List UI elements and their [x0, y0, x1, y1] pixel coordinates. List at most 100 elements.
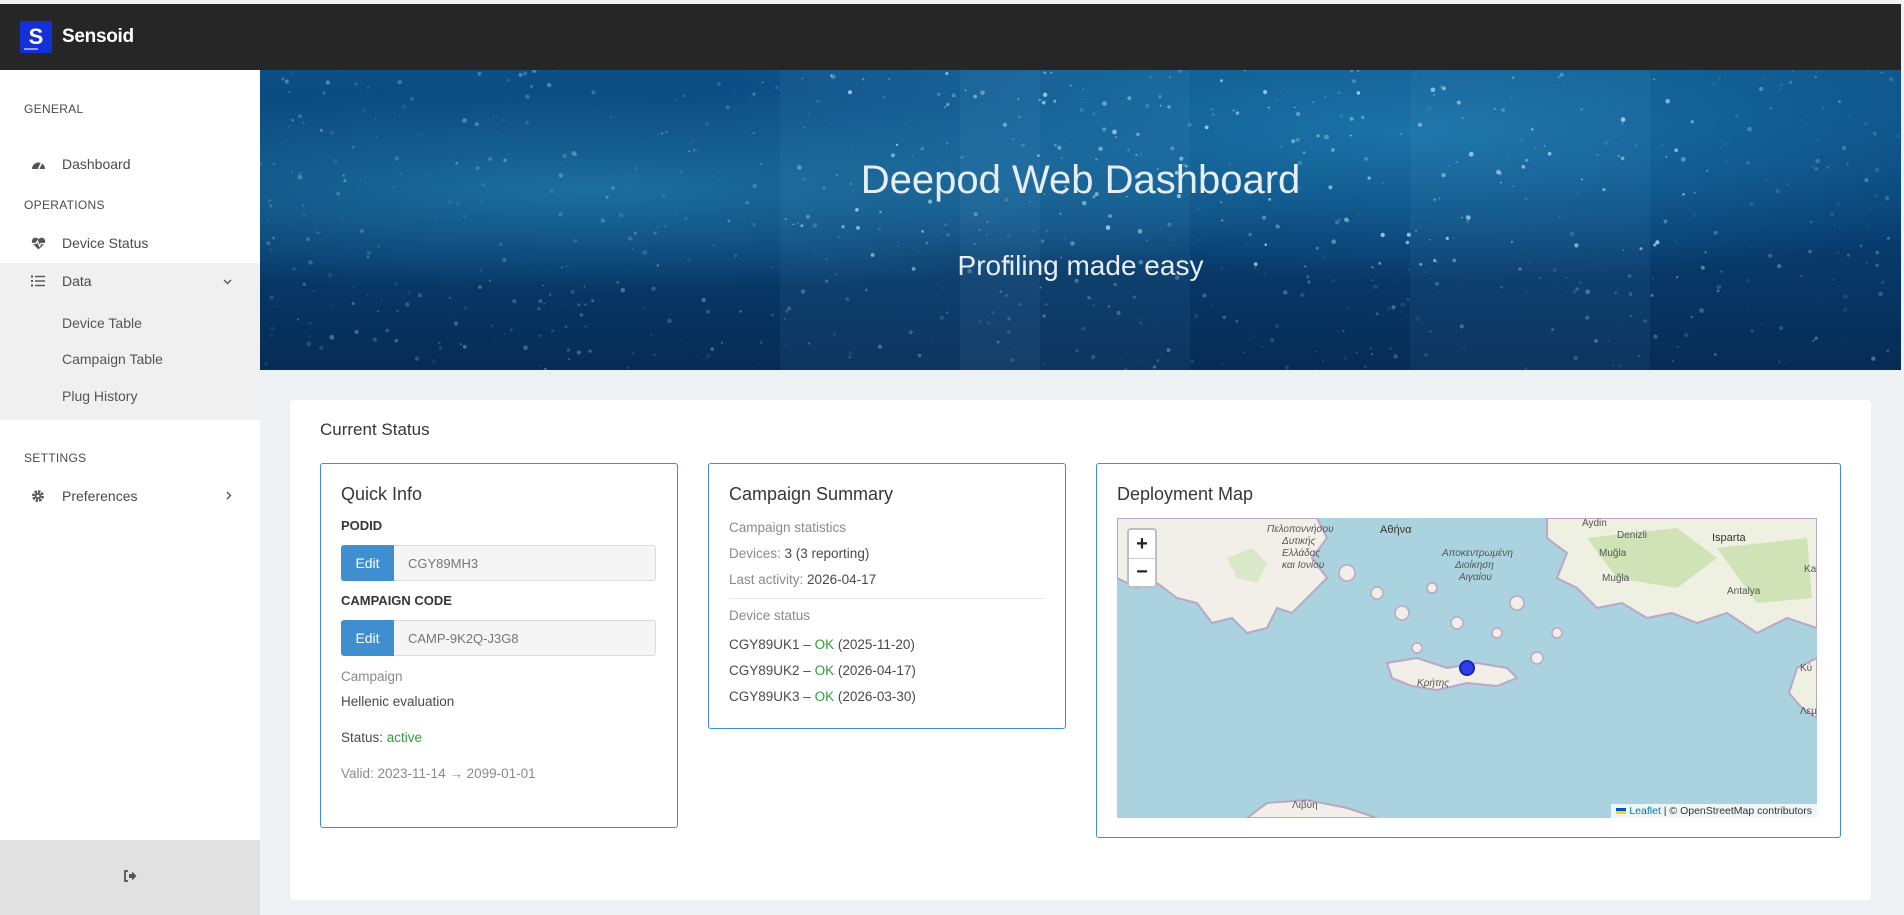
ukraine-flag-icon	[1616, 808, 1627, 815]
campaign-statistics-label: Campaign statistics	[729, 520, 847, 535]
device-status-badge: OK	[814, 689, 835, 704]
zoom-out-button[interactable]: −	[1129, 558, 1155, 586]
map-view[interactable]: Αθήνα Muğla Denizli Isparta Antalya Aydi…	[1117, 518, 1817, 818]
podid-input[interactable]	[394, 545, 656, 581]
sidebar-item-label: Data	[62, 273, 92, 289]
chevron-down-icon	[223, 274, 232, 288]
deployment-marker[interactable]	[1459, 660, 1475, 676]
map-label: και Ιονίου	[1282, 560, 1325, 571]
deployment-map-card: Deployment Map Αθήνα Muğla Denizli Ispar…	[1096, 463, 1841, 838]
map-label: Διοίκηση	[1455, 560, 1494, 571]
sidebar-subitem-device-table[interactable]: Device Table	[62, 315, 142, 331]
map-label: Antalya	[1727, 586, 1761, 597]
map-label: Αθήνα	[1380, 524, 1412, 536]
separator: –	[799, 637, 815, 652]
panel-title: Current Status	[320, 420, 430, 439]
map-label: Κρήτης	[1417, 678, 1450, 689]
zoom-in-button[interactable]: +	[1129, 530, 1155, 558]
heartbeat-icon	[30, 237, 46, 250]
hero-title: Deepod Web Dashboard	[860, 158, 1301, 202]
logo-letter: S	[28, 24, 44, 49]
sign-out-icon	[123, 869, 137, 887]
sidebar-item-label: Device Status	[62, 235, 149, 251]
device-date: (2026-04-17)	[834, 663, 916, 678]
sidebar-item-data[interactable]: Data	[0, 263, 260, 299]
section-label-general: GENERAL	[24, 102, 84, 116]
map-label: Πελοποννήσου	[1267, 524, 1334, 535]
status-badge: active	[386, 730, 423, 745]
brand-logo[interactable]: S	[20, 21, 52, 53]
map-label: Denizli	[1617, 530, 1648, 541]
device-status-badge: OK	[814, 637, 835, 652]
device-date: (2026-03-30)	[834, 689, 916, 704]
sidebar-subitem-campaign-table[interactable]: Campaign Table	[62, 351, 163, 367]
map-label: Aydin	[1582, 518, 1607, 529]
last-activity: Last activity: 2026-04-17	[729, 572, 876, 587]
brand-name[interactable]: Sensoid	[62, 26, 134, 48]
map-label: Δυτικής	[1282, 536, 1316, 547]
card-title: Deployment Map	[1117, 484, 1254, 504]
last-activity-label: Last activity:	[729, 572, 804, 587]
devices-label: Devices:	[729, 546, 781, 561]
separator: –	[799, 663, 815, 678]
campaign-code-label: CAMPAIGN CODE	[341, 593, 452, 608]
list-item: CGY89UK2 – OK (2026-04-17)	[729, 663, 916, 678]
leaflet-link[interactable]: Leaflet	[1629, 805, 1661, 817]
campaign-code-edit-row: Edit	[341, 620, 656, 656]
divider	[729, 598, 1045, 599]
podid-label: PODID	[341, 518, 383, 533]
map-label: Muğla	[1602, 573, 1630, 584]
osm-attribution: | © OpenStreetMap contributors	[1660, 805, 1812, 817]
map-label: Λιβύη	[1292, 800, 1318, 811]
campaign-code-edit-button[interactable]: Edit	[341, 620, 394, 656]
list-item: CGY89UK3 – OK (2026-03-30)	[729, 689, 916, 704]
campaign-code-input[interactable]	[394, 620, 656, 656]
quick-info-card: Quick Info PODID Edit CAMPAIGN CODE Edit…	[320, 463, 678, 828]
card-title: Campaign Summary	[729, 484, 894, 504]
map-label: Ελλάδας	[1282, 548, 1321, 559]
podid-edit-button[interactable]: Edit	[341, 545, 394, 581]
sidebar-item-label: Dashboard	[62, 156, 131, 172]
gear-icon	[30, 489, 46, 503]
map-label: Αποκεντρωμένη	[1442, 548, 1513, 559]
map-label: Αιγαίου	[1459, 572, 1492, 583]
hero-banner: Deepod Web Dashboard Profiling made easy	[260, 70, 1901, 370]
section-label-operations: OPERATIONS	[24, 198, 105, 212]
devices-count: Devices: 3 (3 reporting)	[729, 546, 869, 561]
devices-value: 3 (3 reporting)	[784, 546, 870, 561]
map-label: Λεμ	[1800, 706, 1817, 717]
sidebar-subitem-plug-history[interactable]: Plug History	[62, 388, 137, 404]
sidebar-item-device-status[interactable]: Device Status	[0, 225, 260, 261]
map-label: Κύ	[1800, 663, 1813, 674]
separator: –	[799, 689, 815, 704]
list-item: CGY89UK1 – OK (2025-11-20)	[729, 637, 915, 652]
current-status-panel: Current Status Quick Info PODID Edit CAM…	[290, 400, 1871, 900]
top-navbar: S Sensoid	[0, 4, 1901, 70]
map-label: Muğla	[1599, 548, 1627, 559]
campaign-summary-card: Campaign Summary Campaign statistics Dev…	[708, 463, 1066, 729]
card-title: Quick Info	[341, 484, 423, 504]
campaign-validity: Valid: 2023-11-14 → 2099-01-01	[341, 766, 536, 781]
map-label: Ka	[1804, 564, 1817, 575]
device-id: CGY89UK3	[729, 689, 800, 704]
sidebar-item-label: Preferences	[62, 488, 138, 504]
campaign-status: Status: active	[341, 730, 422, 745]
device-status-badge: OK	[814, 663, 835, 678]
chevron-right-icon	[226, 489, 232, 503]
campaign-label: Campaign	[341, 669, 403, 684]
device-id: CGY89UK1	[729, 637, 800, 652]
logout-button[interactable]	[0, 840, 260, 915]
device-id: CGY89UK2	[729, 663, 800, 678]
gauge-icon	[30, 158, 46, 170]
sidebar-item-dashboard[interactable]: Dashboard	[0, 146, 260, 182]
device-date: (2025-11-20)	[834, 637, 915, 652]
device-status-label: Device status	[729, 608, 811, 623]
sidebar-item-preferences[interactable]: Preferences	[0, 478, 260, 514]
underwater-bubbles-image	[260, 70, 1900, 370]
map-attribution: Leaflet | © OpenStreetMap contributors	[1611, 804, 1817, 818]
hero-subtitle: Profiling made easy	[957, 250, 1204, 281]
status-label: Status:	[341, 730, 384, 745]
section-label-settings: SETTINGS	[24, 451, 87, 465]
map-zoom-control: + −	[1127, 528, 1157, 588]
last-activity-value: 2026-04-17	[807, 572, 877, 587]
